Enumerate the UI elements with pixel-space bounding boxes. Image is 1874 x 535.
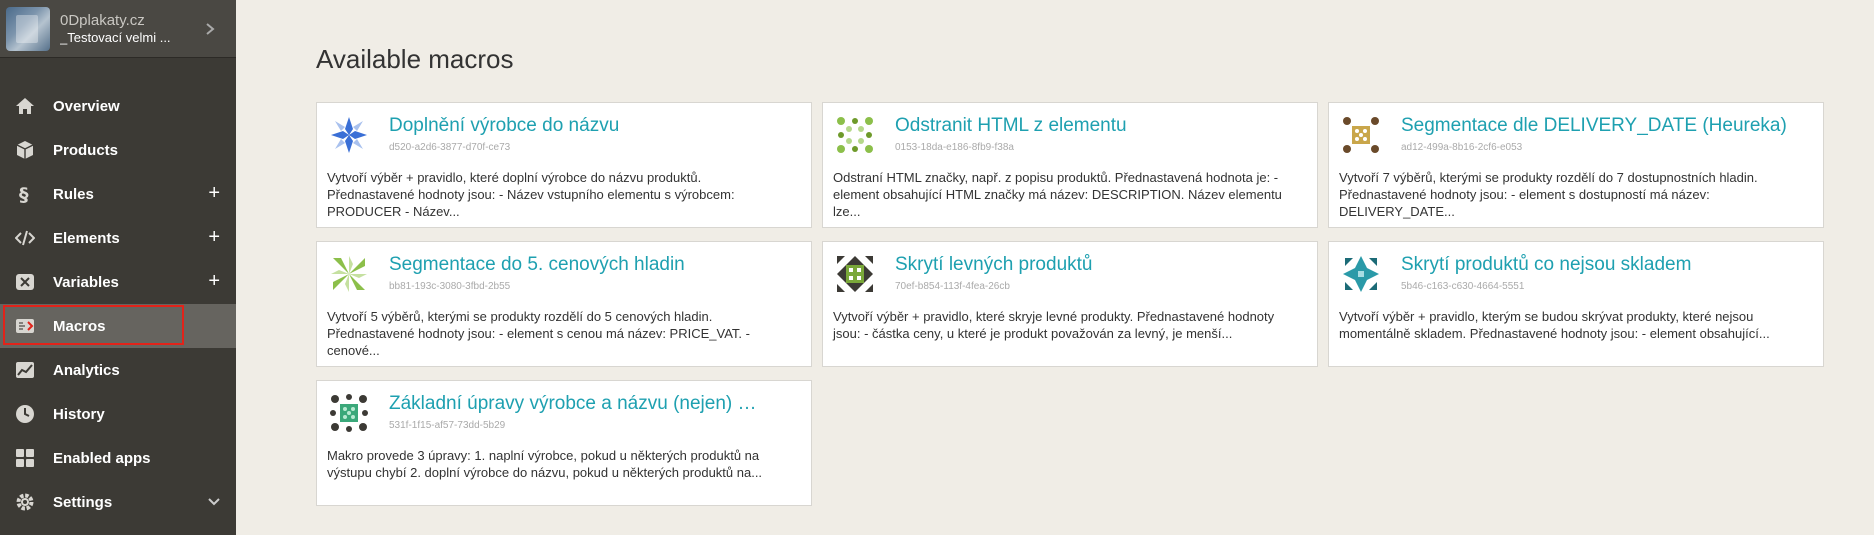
- home-icon: [16, 98, 34, 114]
- macro-card[interactable]: Odstranit HTML z elementu 0153-18da-e186…: [822, 102, 1318, 228]
- plus-icon[interactable]: +: [208, 271, 220, 291]
- macro-card[interactable]: Skrytí produktů co nejsou skladem 5b46-c…: [1328, 241, 1824, 367]
- sidebar-item-rules[interactable]: § Rules +: [0, 172, 236, 216]
- macro-id: ad12-499a-8b16-2cf6-e053: [1401, 142, 1523, 153]
- plus-icon[interactable]: +: [208, 183, 220, 203]
- sidebar-item-label: History: [53, 406, 105, 423]
- macro-pattern-icon: [331, 117, 367, 153]
- svg-text:§: §: [19, 184, 29, 204]
- sidebar-item-enabled-apps[interactable]: Enabled apps: [0, 436, 236, 480]
- macro-id: 531f-1f15-af57-73dd-5b29: [389, 420, 506, 431]
- sidebar-item-elements[interactable]: Elements +: [0, 216, 236, 260]
- macro-title: Skrytí produktů co nejsou skladem: [1401, 254, 1692, 275]
- macro-pattern-icon: [1343, 117, 1379, 153]
- apps-icon: [16, 449, 34, 467]
- sidebar-item-macros[interactable]: Macros: [0, 304, 236, 348]
- variable-icon: [16, 274, 34, 290]
- macro-id: 0153-18da-e186-8fb9-f38a: [895, 142, 1014, 153]
- sidebar: 0Dplakaty.cz _Testovací velmi ... Overvi…: [0, 0, 236, 535]
- sidebar-item-label: Macros: [53, 318, 106, 335]
- clock-icon: [16, 405, 34, 423]
- macro-icon: [16, 319, 34, 333]
- sidebar-item-overview[interactable]: Overview: [0, 84, 236, 128]
- section-icon: §: [19, 184, 29, 204]
- macro-title: Segmentace dle DELIVERY_DATE (Heureka): [1401, 115, 1787, 136]
- macro-description: Vytvoří výběr + pravidlo, které skryje l…: [833, 309, 1275, 341]
- project-switcher[interactable]: 0Dplakaty.cz _Testovací velmi ...: [0, 0, 236, 58]
- chart-icon: [16, 362, 34, 378]
- sidebar-item-settings[interactable]: Settings: [0, 480, 236, 524]
- main-content: Available macros Doplnění výrobce do náz…: [236, 0, 1874, 535]
- macro-card[interactable]: Základní úpravy výrobce a názvu (nejen) …: [316, 380, 812, 506]
- macro-card[interactable]: Skrytí levných produktů 70ef-b854-113f-4…: [822, 241, 1318, 367]
- macro-title: Segmentace do 5. cenových hladin: [389, 254, 685, 275]
- sidebar-item-analytics[interactable]: Analytics: [0, 348, 236, 392]
- sidebar-item-label: Variables: [53, 274, 119, 291]
- macro-description: Makro provede 3 úpravy: 1. naplní výrobc…: [327, 448, 763, 480]
- sidebar-item-history[interactable]: History: [0, 392, 236, 436]
- code-icon: [15, 230, 35, 246]
- macro-description: Vytvoří výběr + pravidlo, kterým se budo…: [1339, 309, 1770, 341]
- sidebar-item-label: Rules: [53, 186, 94, 203]
- plus-icon[interactable]: +: [208, 227, 220, 247]
- chevron-right-icon[interactable]: [202, 19, 218, 39]
- macro-title: Základní úpravy výrobce a názvu (nejen) …: [389, 393, 759, 414]
- page-title: Available macros: [316, 44, 514, 74]
- macro-card[interactable]: Segmentace dle DELIVERY_DATE (Heureka) a…: [1328, 102, 1824, 228]
- macro-pattern-icon: [1343, 256, 1379, 292]
- macro-description: Vytvoří výběr + pravidlo, které doplní v…: [327, 170, 735, 219]
- macro-description: Vytvoří 7 výběrů, kterými se produkty ro…: [1339, 170, 1758, 219]
- sidebar-item-label: Products: [53, 142, 119, 159]
- macro-title: Odstranit HTML z elementu: [895, 115, 1127, 136]
- macro-id: 5b46-c163-c630-4664-5551: [1401, 281, 1525, 292]
- sidebar-item-label: Enabled apps: [53, 450, 151, 467]
- sidebar-item-label: Elements: [53, 230, 120, 247]
- gear-icon: [16, 493, 34, 511]
- macro-id: bb81-193c-3080-3fbd-2b55: [389, 281, 511, 292]
- macro-title: Doplnění výrobce do názvu: [389, 115, 620, 136]
- sidebar-item-label: Overview: [53, 98, 120, 115]
- macro-pattern-icon: [837, 256, 873, 292]
- cube-icon: [16, 141, 34, 159]
- macro-card[interactable]: Segmentace do 5. cenových hladin bb81-19…: [316, 241, 812, 367]
- sidebar-item-products[interactable]: Products: [0, 128, 236, 172]
- macro-title: Skrytí levných produktů: [895, 254, 1093, 275]
- project-avatar: [6, 6, 50, 51]
- sidebar-item-label: Settings: [53, 494, 113, 511]
- chevron-down-icon[interactable]: [206, 494, 222, 510]
- macro-description: Vytvoří 5 výběrů, kterými se produkty ro…: [327, 309, 750, 358]
- project-subtitle: _Testovací velmi ...: [60, 29, 171, 45]
- macro-description: Odstraní HTML značky, např. z popisu pro…: [833, 170, 1282, 219]
- macro-id: 70ef-b854-113f-4fea-26cb: [895, 281, 1010, 292]
- macro-card[interactable]: Doplnění výrobce do názvu d520-a2d6-3877…: [316, 102, 812, 228]
- project-name: 0Dplakaty.cz: [60, 11, 145, 29]
- macro-pattern-icon: [331, 256, 367, 292]
- macro-pattern-icon: [837, 117, 873, 153]
- macro-pattern-icon: [330, 394, 368, 432]
- sidebar-item-variables[interactable]: Variables +: [0, 260, 236, 304]
- macro-id: d520-a2d6-3877-d70f-ce73: [389, 142, 511, 153]
- sidebar-item-label: Analytics: [53, 362, 120, 379]
